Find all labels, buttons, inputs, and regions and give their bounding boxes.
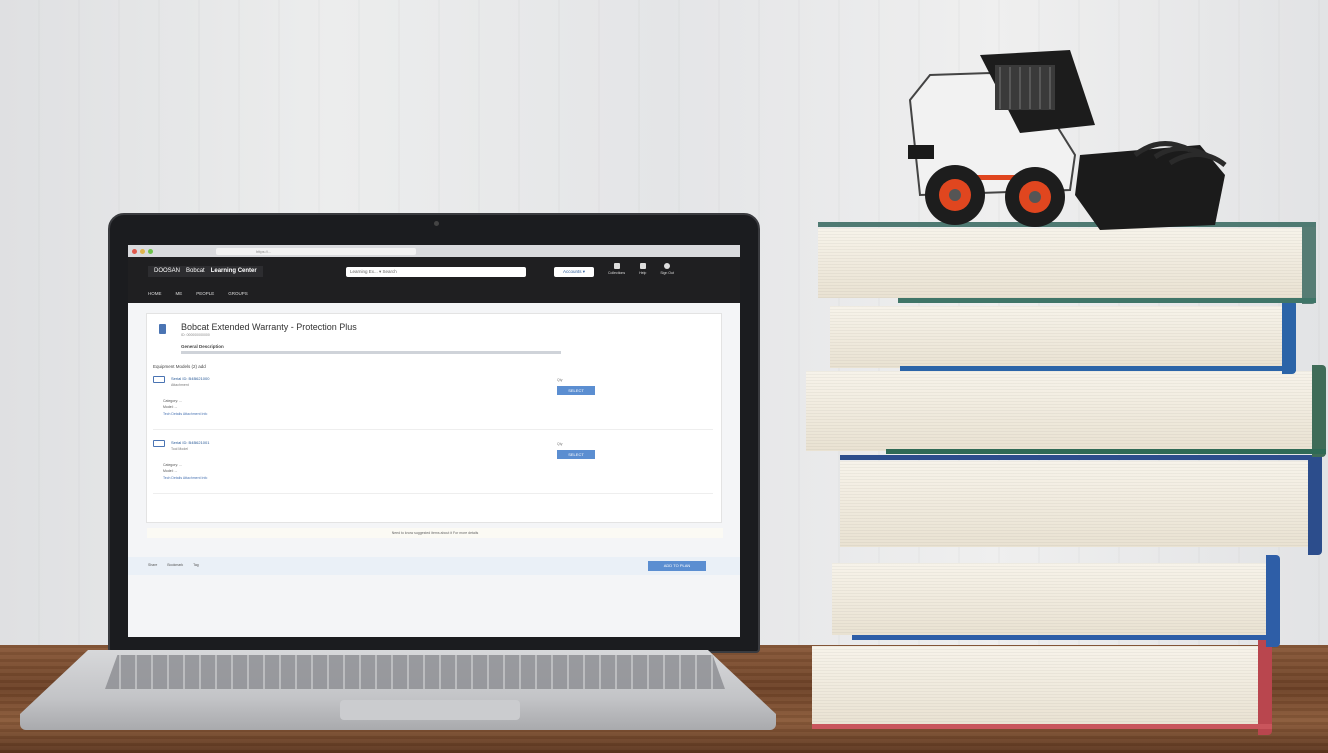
webcam bbox=[434, 221, 439, 226]
equipment-links[interactable]: Tech Details Attachment Info bbox=[163, 412, 207, 416]
qty-label: Qty bbox=[557, 378, 563, 382]
header-icons: Collections Help Sign Out bbox=[608, 263, 674, 275]
select-button[interactable]: SELECT bbox=[557, 450, 595, 459]
list-item: Serial ID: B4B621000 Attachment Category… bbox=[153, 374, 713, 430]
serial-id[interactable]: Serial ID: B4B621001 bbox=[171, 440, 209, 445]
truck-icon bbox=[153, 376, 165, 383]
equipment-heading: Equipment Models (2) add bbox=[153, 364, 206, 369]
brand-secondary: Bobcat bbox=[186, 268, 205, 274]
user-icon bbox=[664, 263, 671, 269]
laptop-lid: https://... DOOSAN Bobcat Learning Cente… bbox=[108, 213, 760, 653]
sign-out-button[interactable]: Sign Out bbox=[660, 263, 674, 275]
sign-out-label: Sign Out bbox=[660, 271, 674, 275]
book-1 bbox=[818, 222, 1316, 304]
share-link[interactable]: Share bbox=[148, 563, 157, 567]
truck-icon bbox=[153, 440, 165, 447]
collections-label: Collections bbox=[608, 271, 626, 275]
bookmark-link[interactable]: Bookmark bbox=[167, 563, 183, 567]
nav-home[interactable]: HOME bbox=[148, 291, 162, 296]
equipment-links[interactable]: Tech Details Attachment Info bbox=[163, 476, 207, 480]
product-id: ID: 000000000000 bbox=[181, 333, 210, 337]
help-icon bbox=[639, 263, 646, 269]
close-dot-icon[interactable] bbox=[132, 248, 137, 254]
nav-people[interactable]: PEOPLE bbox=[196, 291, 214, 296]
nav-me[interactable]: ME bbox=[176, 291, 183, 296]
add-to-plan-button[interactable]: ADD TO PLAN bbox=[648, 561, 706, 571]
collections-button[interactable]: Collections bbox=[608, 263, 625, 275]
equipment-type: Tool Model bbox=[171, 447, 188, 451]
product-card: Bobcat Extended Warranty - Protection Pl… bbox=[146, 313, 723, 538]
equipment-type: Attachment bbox=[171, 383, 189, 387]
nav-groups[interactable]: GROUPS bbox=[228, 291, 248, 296]
help-label: Help bbox=[639, 271, 647, 275]
brand-primary: DOOSAN bbox=[154, 268, 181, 274]
book-3 bbox=[806, 365, 1326, 457]
book-6 bbox=[812, 640, 1272, 735]
app-header: DOOSAN Bobcat Learning Center Learning E… bbox=[128, 257, 740, 303]
info-note: Need to know suggested items about it Fo… bbox=[147, 528, 723, 538]
serial-id[interactable]: Serial ID: B4B621000 bbox=[171, 376, 209, 381]
main-nav: HOME ME PEOPLE GROUPS bbox=[148, 291, 248, 296]
brand-logo[interactable]: DOOSAN Bobcat Learning Center bbox=[148, 266, 263, 277]
select-button[interactable]: SELECT bbox=[557, 386, 595, 395]
description-text bbox=[181, 351, 561, 354]
minimize-dot-icon[interactable] bbox=[140, 248, 145, 254]
bobcat-badge bbox=[908, 145, 934, 159]
url-bar[interactable]: https://... bbox=[216, 247, 416, 255]
equipment-meta: Category: ... Model: ... bbox=[163, 463, 183, 473]
page-title: Bobcat Extended Warranty - Protection Pl… bbox=[181, 322, 357, 332]
book-4 bbox=[840, 455, 1322, 555]
laptop-screen: https://... DOOSAN Bobcat Learning Cente… bbox=[128, 245, 740, 637]
qty-label: Qty bbox=[557, 442, 563, 446]
keyboard bbox=[105, 655, 725, 689]
help-button[interactable]: Help bbox=[639, 263, 646, 275]
toy-loader-image bbox=[908, 50, 1227, 230]
action-bar: Share Bookmark Tag ADD TO PLAN bbox=[128, 557, 740, 575]
footer-links: Share Bookmark Tag bbox=[148, 563, 199, 567]
book-5 bbox=[832, 555, 1280, 647]
browser-toolbar: https://... bbox=[128, 245, 740, 257]
equipment-meta: Category: ... Model: ... bbox=[163, 399, 183, 409]
tag-link[interactable]: Tag bbox=[193, 563, 199, 567]
book-2 bbox=[830, 300, 1296, 374]
document-icon bbox=[159, 324, 166, 334]
accounts-button[interactable]: Accounts ▾ bbox=[554, 267, 594, 277]
maximize-dot-icon[interactable] bbox=[148, 248, 153, 254]
collections-icon bbox=[613, 263, 620, 269]
description-label: General Description bbox=[181, 344, 224, 349]
list-item: Serial ID: B4B621001 Tool Model Category… bbox=[153, 438, 713, 494]
trackpad bbox=[340, 700, 520, 720]
app-title: Learning Center bbox=[210, 268, 257, 274]
search-input[interactable]: Learning Ex... ▾ Search bbox=[346, 267, 526, 277]
